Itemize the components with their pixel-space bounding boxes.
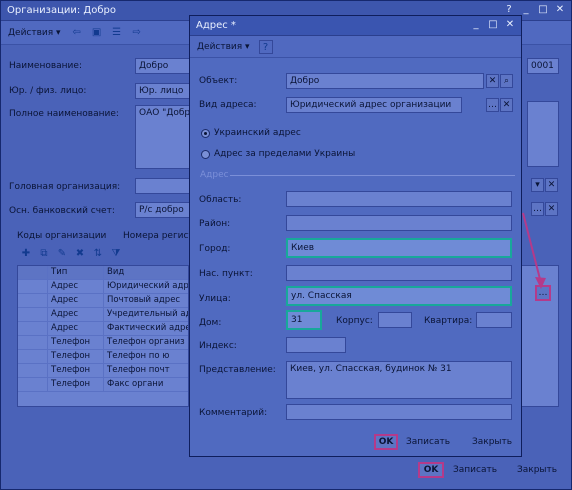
table-row[interactable]: Телефон Телефон почт: [18, 364, 188, 378]
edit-row-icon[interactable]: ✎: [55, 247, 69, 261]
legal-label: Юр. / физ. лицо:: [9, 86, 87, 96]
right-info-field[interactable]: [527, 101, 559, 167]
building-label: Корпус:: [336, 316, 373, 326]
index-field[interactable]: [286, 337, 346, 353]
actions-menu[interactable]: Действия ▾: [5, 27, 64, 39]
back-arrow-icon[interactable]: ⇦: [70, 26, 84, 40]
table-row[interactable]: Адрес Фактический адрес: [18, 322, 188, 336]
street-field[interactable]: ул. Спасская: [286, 286, 512, 306]
parent-org-dropdown-icon[interactable]: ▾: [531, 178, 544, 192]
index-label: Индекс:: [199, 341, 237, 351]
full-name-label: Полное наименование:: [9, 109, 119, 119]
apartment-field[interactable]: [476, 312, 512, 328]
main-window-title: Организации: Добро: [7, 5, 116, 16]
sort-icon[interactable]: ⇅: [91, 247, 105, 261]
table-row[interactable]: АдресУчредительный адрес: [18, 308, 188, 322]
maximize-icon[interactable]: □: [536, 4, 550, 17]
city-field[interactable]: Киев: [286, 238, 512, 258]
bank-account-field[interactable]: Р/с добро: [135, 202, 191, 218]
street-label: Улица:: [199, 294, 231, 304]
abroad-radio[interactable]: [201, 150, 210, 159]
go-icon[interactable]: ⇨: [130, 26, 144, 40]
parent-org-field[interactable]: [135, 178, 191, 194]
address-section-label: Адрес: [200, 170, 229, 180]
dialog-title: Адрес *: [196, 20, 236, 31]
comment-field[interactable]: [286, 404, 512, 420]
bank-account-label: Осн. банковский счет:: [9, 206, 115, 216]
region-field[interactable]: [286, 191, 512, 207]
dialog-maximize-icon[interactable]: □: [486, 19, 500, 32]
close-icon[interactable]: ✕: [553, 4, 567, 17]
object-clear-icon[interactable]: ✕: [486, 74, 499, 88]
region-label: Область:: [199, 195, 242, 205]
table-row[interactable]: Телефон Телефон по ю: [18, 350, 188, 364]
table-row[interactable]: Адрес Почтовый адрес: [18, 294, 188, 308]
settlement-label: Нас. пункт:: [199, 269, 253, 279]
object-label: Объект:: [199, 76, 238, 86]
add-row-icon[interactable]: ✚: [19, 247, 33, 261]
apartment-label: Квартира:: [424, 316, 473, 326]
column-type: Тип: [48, 266, 104, 279]
presentation-field[interactable]: Киев, ул. Спасская, будинок № 31: [286, 361, 512, 399]
main-close-button[interactable]: Закрыть: [517, 465, 557, 475]
legal-field[interactable]: Юр. лицо: [135, 83, 191, 99]
table-row[interactable]: Телефон Факс органи: [18, 378, 188, 392]
code-field[interactable]: 0001: [527, 58, 559, 74]
house-label: Дом:: [199, 318, 222, 328]
parent-org-label: Головная организация:: [9, 182, 121, 192]
dialog-save-button[interactable]: Записать: [406, 437, 450, 447]
parent-org-clear-icon[interactable]: ✕: [545, 178, 558, 192]
filter-icon[interactable]: ⧩: [109, 247, 123, 261]
presentation-label: Представление:: [199, 365, 276, 375]
ukraine-radio[interactable]: [201, 129, 210, 138]
copy-row-icon[interactable]: ⧉: [37, 247, 51, 261]
table-row[interactable]: АдресЮридический адрес: [18, 280, 188, 294]
full-name-field[interactable]: ОАО "Добро": [135, 105, 191, 169]
city-label: Город:: [199, 244, 231, 254]
address-type-clear-icon[interactable]: ✕: [500, 98, 513, 112]
list-icon[interactable]: ☰: [110, 26, 124, 40]
object-search-icon[interactable]: ⌕: [500, 74, 513, 88]
section-divider: [230, 175, 515, 176]
address-type-select-icon[interactable]: …: [486, 98, 499, 112]
address-dialog: Адрес * _ □ ✕ Действия ▾ ? Объект: Добро…: [189, 15, 522, 457]
dialog-toolbar: Действия ▾ ?: [190, 36, 521, 58]
building-field[interactable]: [378, 312, 412, 328]
abroad-radio-label: Адрес за пределами Украины: [214, 149, 356, 159]
pointer-arrow-icon: [522, 212, 546, 289]
dialog-close-icon[interactable]: ✕: [503, 19, 517, 32]
settlement-field[interactable]: [286, 265, 512, 281]
tab-codes[interactable]: Коды организации: [17, 231, 106, 241]
table-header: Тип Вид: [18, 266, 188, 280]
name-label: Наименование:: [9, 61, 82, 71]
main-save-button[interactable]: Записать: [453, 465, 497, 475]
dialog-ok-button[interactable]: OK: [374, 434, 398, 450]
district-label: Район:: [199, 219, 231, 229]
column-kind: Вид: [107, 267, 125, 277]
dialog-help-icon[interactable]: ?: [258, 39, 273, 54]
copy-icon[interactable]: ▣: [90, 26, 104, 40]
house-field[interactable]: 31: [286, 310, 322, 330]
table-row[interactable]: Телефон Телефон организ: [18, 336, 188, 350]
address-type-label: Вид адреса:: [199, 100, 257, 110]
address-type-field[interactable]: Юридический адрес организации: [286, 97, 462, 113]
ukraine-radio-label: Украинский адрес: [214, 128, 301, 138]
delete-row-icon[interactable]: ✖: [73, 247, 87, 261]
main-ok-button[interactable]: OK: [418, 462, 444, 478]
name-field[interactable]: Добро: [135, 58, 191, 74]
dialog-actions-menu[interactable]: Действия ▾: [194, 41, 253, 53]
dialog-minimize-icon[interactable]: _: [469, 19, 483, 32]
dialog-close-button[interactable]: Закрыть: [472, 437, 512, 447]
comment-label: Комментарий:: [199, 408, 268, 418]
district-field[interactable]: [286, 215, 512, 231]
dialog-titlebar: Адрес * _ □ ✕: [190, 16, 521, 36]
contacts-table: Тип Вид АдресЮридический адрес АдресПочт…: [17, 265, 189, 407]
object-field[interactable]: Добро: [286, 73, 484, 89]
grid-toolbar: ✚ ⧉ ✎ ✖ ⇅ ⧩: [19, 247, 123, 261]
